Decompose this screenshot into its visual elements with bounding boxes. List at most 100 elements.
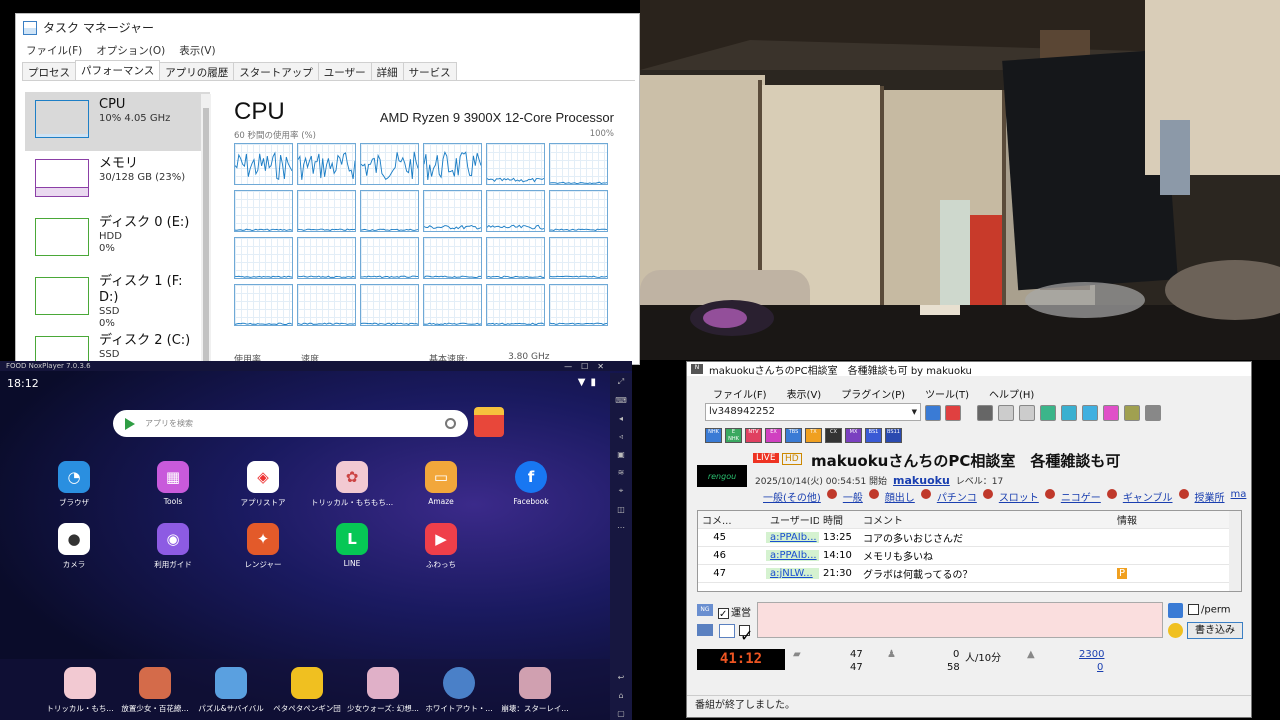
menu-file[interactable]: ファイル(F) bbox=[713, 386, 767, 401]
user-id-link[interactable]: a:PPAIb... bbox=[766, 532, 819, 543]
gift-icon[interactable] bbox=[474, 407, 504, 437]
tool-icon-6[interactable] bbox=[1082, 405, 1098, 421]
tag-link[interactable]: 一般(その他) bbox=[763, 489, 821, 504]
table-row[interactable]: 47 a:jNLW... 21:30 グラボは何載ってるの？ P bbox=[698, 565, 1241, 583]
channel-tbs[interactable]: TBS bbox=[785, 428, 802, 443]
tm-titlebar[interactable]: タスク マネージャー bbox=[16, 14, 639, 41]
disconnect-icon[interactable] bbox=[945, 405, 961, 421]
tag-link[interactable]: 授業所 bbox=[1195, 489, 1225, 504]
app-fuwacchi[interactable]: ▶ ふわっち bbox=[396, 523, 486, 570]
search-icon[interactable] bbox=[445, 418, 456, 429]
broadcaster-link[interactable]: makuoku bbox=[893, 474, 950, 487]
comment-input[interactable] bbox=[757, 602, 1163, 638]
menu-help[interactable]: ヘルプ(H) bbox=[989, 386, 1034, 401]
tag-link[interactable]: ma bbox=[1231, 489, 1247, 504]
channel-cx[interactable]: CX bbox=[825, 428, 842, 443]
volume-down-icon[interactable]: ◃ bbox=[619, 432, 623, 441]
tag-link[interactable]: ギャンブル bbox=[1123, 489, 1173, 504]
tag-link[interactable]: 顔出し bbox=[885, 489, 915, 504]
location-icon[interactable]: ⌖ bbox=[619, 486, 624, 496]
fullscreen-icon[interactable]: ⤢ bbox=[618, 377, 624, 387]
tool-icon-8[interactable] bbox=[1124, 405, 1140, 421]
channel-ntv[interactable]: NTV bbox=[745, 428, 762, 443]
menu-file[interactable]: ファイル(F) bbox=[26, 43, 82, 58]
col-time[interactable]: 時間 bbox=[819, 512, 859, 527]
channel-bs11[interactable]: BS11 bbox=[885, 428, 902, 443]
tab-processes[interactable]: プロセス bbox=[22, 62, 76, 80]
unei-checkbox[interactable]: ✓ 運営 bbox=[718, 604, 751, 620]
user-id-link[interactable]: a:PPAIb... bbox=[766, 550, 819, 561]
tab-performance[interactable]: パフォーマンス bbox=[75, 60, 161, 80]
write-button[interactable]: 書き込み bbox=[1187, 622, 1243, 639]
sidebar-item-disk1[interactable]: ディスク 1 (F: D:) SSD 0% bbox=[25, 269, 210, 329]
menu-options[interactable]: オプション(O) bbox=[96, 43, 165, 58]
gift-points[interactable]: 0 bbox=[1097, 662, 1103, 673]
sidebar-item-memory[interactable]: メモリ 30/128 GB (23%) bbox=[25, 151, 210, 210]
menu-view[interactable]: 表示(V) bbox=[179, 43, 215, 58]
tag-link[interactable]: スロット bbox=[999, 489, 1039, 504]
app-facebook[interactable]: f Facebook bbox=[486, 461, 576, 506]
color-picker-icon[interactable] bbox=[1168, 603, 1183, 618]
table-row[interactable]: 46 a:PPAIb... 14:10 メモリも多いね bbox=[698, 547, 1241, 565]
tab-app-history[interactable]: アプリの履歴 bbox=[159, 62, 235, 80]
perm-check[interactable] bbox=[1188, 604, 1199, 615]
table-row[interactable]: 45 a:PPAIb... 13:25 コアの多いおじさんだ bbox=[698, 529, 1241, 547]
connect-icon[interactable] bbox=[925, 405, 941, 421]
channel-nhk[interactable]: NHK bbox=[705, 428, 722, 443]
col-comment[interactable]: コメント bbox=[859, 512, 1113, 527]
back-icon[interactable]: ↩ bbox=[618, 673, 625, 682]
app-trickcal[interactable]: ✿ トリッカル・もちもち... bbox=[307, 461, 397, 508]
app-amaze[interactable]: ▭ Amaze bbox=[396, 461, 486, 506]
channel-bs1[interactable]: BS1 bbox=[865, 428, 882, 443]
tag-link[interactable]: ニコゲー bbox=[1061, 489, 1101, 504]
channel-ex[interactable]: EX bbox=[765, 428, 782, 443]
tab-services[interactable]: サービス bbox=[402, 62, 457, 80]
keyboard-icon[interactable] bbox=[697, 624, 713, 636]
ad-points[interactable]: 2300 bbox=[1079, 649, 1104, 660]
tool-icon-7[interactable] bbox=[1103, 405, 1119, 421]
tab-startup[interactable]: スタートアップ bbox=[233, 62, 319, 80]
app-ranger[interactable]: ✦ レンジャー bbox=[218, 523, 308, 570]
menu-tools[interactable]: ツール(T) bbox=[925, 386, 969, 401]
anon-check[interactable]: ✓ bbox=[739, 625, 753, 645]
col-number[interactable]: コメ... bbox=[698, 512, 732, 527]
menu-plugin[interactable]: プラグイン(P) bbox=[841, 386, 905, 401]
sidebar-scrollbar[interactable] bbox=[201, 94, 211, 364]
channel-enhk[interactable]: E NHK bbox=[725, 428, 742, 443]
app-search-bar[interactable]: アプリを検索 bbox=[113, 410, 468, 437]
tag-link[interactable]: 一般 bbox=[843, 489, 863, 504]
emulator-titlebar[interactable]: FOOD NoxPlayer 7.0.3.6 bbox=[0, 361, 632, 371]
tool-icon-4[interactable] bbox=[1040, 405, 1056, 421]
tool-icon-1[interactable] bbox=[977, 405, 993, 421]
tag-link[interactable]: パチンコ bbox=[937, 489, 977, 504]
close-icon[interactable]: ✕ bbox=[597, 362, 604, 371]
tool-icon-3[interactable] bbox=[1019, 405, 1035, 421]
menu-view[interactable]: 表示(V) bbox=[787, 386, 822, 401]
keyboard-icon[interactable]: ⌨ bbox=[615, 396, 627, 405]
tab-details[interactable]: 詳細 bbox=[370, 62, 404, 80]
col-info[interactable]: 情報 bbox=[1113, 512, 1159, 527]
app-store[interactable]: ◈ アプリストア bbox=[218, 461, 308, 508]
sidebar-item-cpu[interactable]: CPU 10% 4.05 GHz bbox=[25, 92, 210, 151]
unei-check[interactable]: ✓ bbox=[718, 607, 729, 620]
channel-tx[interactable]: TX bbox=[805, 428, 822, 443]
more-icon[interactable]: ⋯ bbox=[617, 523, 625, 532]
app-line[interactable]: L LINE bbox=[307, 523, 397, 568]
col-userid[interactable]: ユーザーID bbox=[766, 512, 819, 527]
volume-up-icon[interactable]: ◂ bbox=[619, 414, 623, 423]
apk-icon[interactable]: ◫ bbox=[617, 505, 625, 514]
app-browser[interactable]: ◔ ブラウザ bbox=[29, 461, 119, 508]
live-id-combobox[interactable]: lv348942252 ▼ bbox=[705, 403, 921, 421]
tab-users[interactable]: ユーザー bbox=[317, 62, 372, 80]
app-guide[interactable]: ◉ 利用ガイド bbox=[128, 523, 218, 570]
shake-icon[interactable]: ≋ bbox=[618, 468, 625, 477]
maximize-icon[interactable]: ☐ bbox=[581, 362, 588, 371]
recent-apps-icon[interactable]: ▢ bbox=[617, 709, 625, 718]
sidebar-item-disk0[interactable]: ディスク 0 (E:) HDD 0% bbox=[25, 210, 210, 269]
user-id-link[interactable]: a:jNLW... bbox=[766, 568, 819, 579]
home-icon[interactable]: ⌂ bbox=[618, 691, 623, 700]
tool-icon-5[interactable] bbox=[1061, 405, 1077, 421]
minimize-icon[interactable]: — bbox=[564, 362, 572, 371]
comment-scrollbar[interactable] bbox=[1229, 511, 1241, 591]
tool-icon-2[interactable] bbox=[998, 405, 1014, 421]
